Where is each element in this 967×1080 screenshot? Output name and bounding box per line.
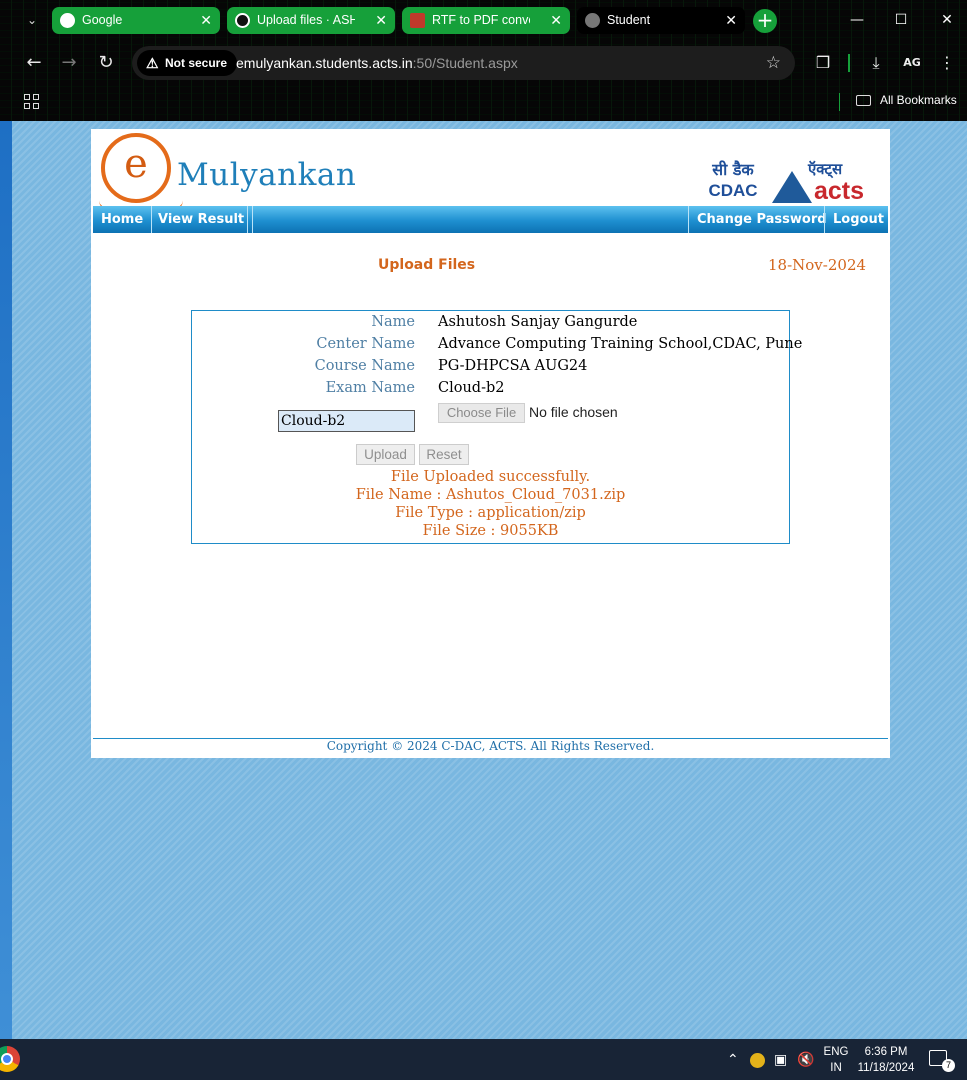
menu-home[interactable]: Home: [93, 206, 153, 233]
close-tab-icon[interactable]: ✕: [725, 7, 737, 34]
menu-view-result[interactable]: View Result: [150, 206, 254, 233]
close-tab-icon[interactable]: ✕: [375, 7, 387, 34]
main-menu: Home View Result Change Password Logout: [93, 206, 888, 233]
volume-muted-icon[interactable]: 🔇: [797, 1039, 814, 1080]
chrome-taskbar-icon[interactable]: [0, 1046, 20, 1072]
globe-icon: [585, 13, 600, 28]
download-icon[interactable]: ⤓: [865, 52, 887, 74]
tab-rtf-to-pdf[interactable]: RTF to PDF converter ✕: [402, 7, 570, 34]
info-row-exam: Exam Name Cloud-b2: [325, 380, 505, 396]
address-bar[interactable]: ⚠ Not secure emulyankan.students.acts.in…: [132, 46, 795, 80]
tab-student[interactable]: Student ✕: [577, 7, 745, 34]
info-row-name: Name Ashutosh Sanjay Gangurde: [371, 314, 638, 330]
folder-icon: [856, 95, 871, 106]
copyright-footer: Copyright © 2024 C-DAC, ACTS. All Rights…: [326, 739, 655, 753]
bookmarks-bar: All Bookmarks: [0, 86, 967, 121]
current-date: 18-Nov-2024: [768, 256, 867, 274]
notifications-icon[interactable]: 7: [929, 1050, 955, 1072]
show-hidden-icons-icon[interactable]: ⌃: [727, 1039, 739, 1080]
security-tray-icon[interactable]: [750, 1039, 765, 1080]
bookmarks-divider: [839, 93, 840, 111]
uploaded-file-name: File Name : Ashutos_Cloud_7031.zip: [355, 487, 626, 503]
google-icon: [60, 13, 75, 28]
site-container: e Mulyankan सी डैक CDAC ऍक्ट्स acts Home…: [91, 129, 890, 758]
exam-name-field[interactable]: Cloud-b2: [278, 410, 415, 432]
network-icon[interactable]: ▣: [774, 1039, 787, 1080]
upload-status-message: File Uploaded successfully.: [390, 469, 591, 485]
bookmark-star-icon[interactable]: ☆: [766, 46, 781, 80]
notification-count-badge: 7: [942, 1059, 955, 1072]
desktop-edge: [0, 121, 12, 1039]
taskbar: ⌃ ▣ 🔇 ENG IN 6:36 PM 11/18/2024 7: [0, 1039, 967, 1080]
close-tab-icon[interactable]: ✕: [200, 7, 212, 34]
upload-button[interactable]: Upload: [356, 444, 415, 465]
menu-logout[interactable]: Logout: [824, 206, 892, 233]
menu-divider: [247, 206, 248, 233]
toolbar-divider: [848, 54, 850, 72]
page-title: Upload Files: [378, 257, 476, 273]
tab-google[interactable]: Google ✕: [52, 7, 220, 34]
choose-file-button[interactable]: Choose File: [438, 403, 525, 423]
kebab-menu-icon[interactable]: ⋮: [936, 52, 958, 74]
close-window-button[interactable]: ✕: [937, 10, 957, 30]
system-clock[interactable]: 6:36 PM 11/18/2024: [853, 1044, 919, 1076]
new-tab-button[interactable]: +: [753, 9, 777, 33]
profile-avatar[interactable]: AG: [901, 52, 923, 74]
warning-icon: ⚠: [146, 55, 159, 71]
logo-e-icon: e: [99, 133, 183, 220]
upload-panel: Name Ashutosh Sanjay Gangurde Center Nam…: [191, 310, 803, 544]
apps-grid-icon[interactable]: [24, 94, 40, 110]
url-text: emulyankan.students.acts.in:50/Student.a…: [236, 55, 518, 71]
cdac-logo: सी डैक CDAC: [708, 160, 758, 200]
info-row-course: Course Name PG-DHPCSA AUG24: [314, 358, 588, 374]
all-bookmarks-button[interactable]: All Bookmarks: [856, 86, 957, 115]
forward-icon[interactable]: →: [58, 52, 80, 74]
browser-chrome: ⌄ Google ✕ Upload files · ASHUTOSH ✕ RTF…: [0, 0, 967, 121]
acts-logo: ऍक्ट्स acts: [770, 159, 880, 205]
menu-change-password[interactable]: Change Password: [688, 206, 835, 233]
file-chosen-text: No file chosen: [529, 404, 618, 420]
tab-github[interactable]: Upload files · ASHUTOSH ✕: [227, 7, 395, 34]
security-indicator[interactable]: ⚠ Not secure: [137, 50, 238, 76]
extensions-icon[interactable]: ❒: [812, 52, 834, 74]
partner-logos: सी डैक CDAC ऍक्ट्स acts: [698, 159, 878, 207]
input-language[interactable]: ENG IN: [822, 1044, 850, 1076]
info-row-center: Center Name Advance Computing Training S…: [316, 336, 803, 352]
uploaded-file-size: File Size : 9055KB: [422, 523, 559, 539]
tab-search-icon[interactable]: ⌄: [20, 10, 44, 30]
maximize-button[interactable]: ☐: [891, 10, 911, 30]
uploaded-file-type: File Type : application/zip: [395, 505, 586, 521]
github-icon: [235, 13, 250, 28]
pdf-icon: [410, 13, 425, 28]
reset-button[interactable]: Reset: [419, 444, 469, 465]
logo-text: Mulyankan: [177, 157, 357, 193]
close-tab-icon[interactable]: ✕: [550, 7, 562, 34]
emulyankan-logo[interactable]: e Mulyankan: [99, 133, 357, 220]
minimize-button[interactable]: —: [847, 10, 867, 30]
back-icon[interactable]: ←: [23, 52, 45, 74]
browser-toolbar: ← → ↻ ⚠ Not secure emulyankan.students.a…: [0, 40, 967, 86]
reload-icon[interactable]: ↻: [95, 52, 117, 74]
tab-strip: ⌄ Google ✕ Upload files · ASHUTOSH ✕ RTF…: [0, 0, 967, 40]
